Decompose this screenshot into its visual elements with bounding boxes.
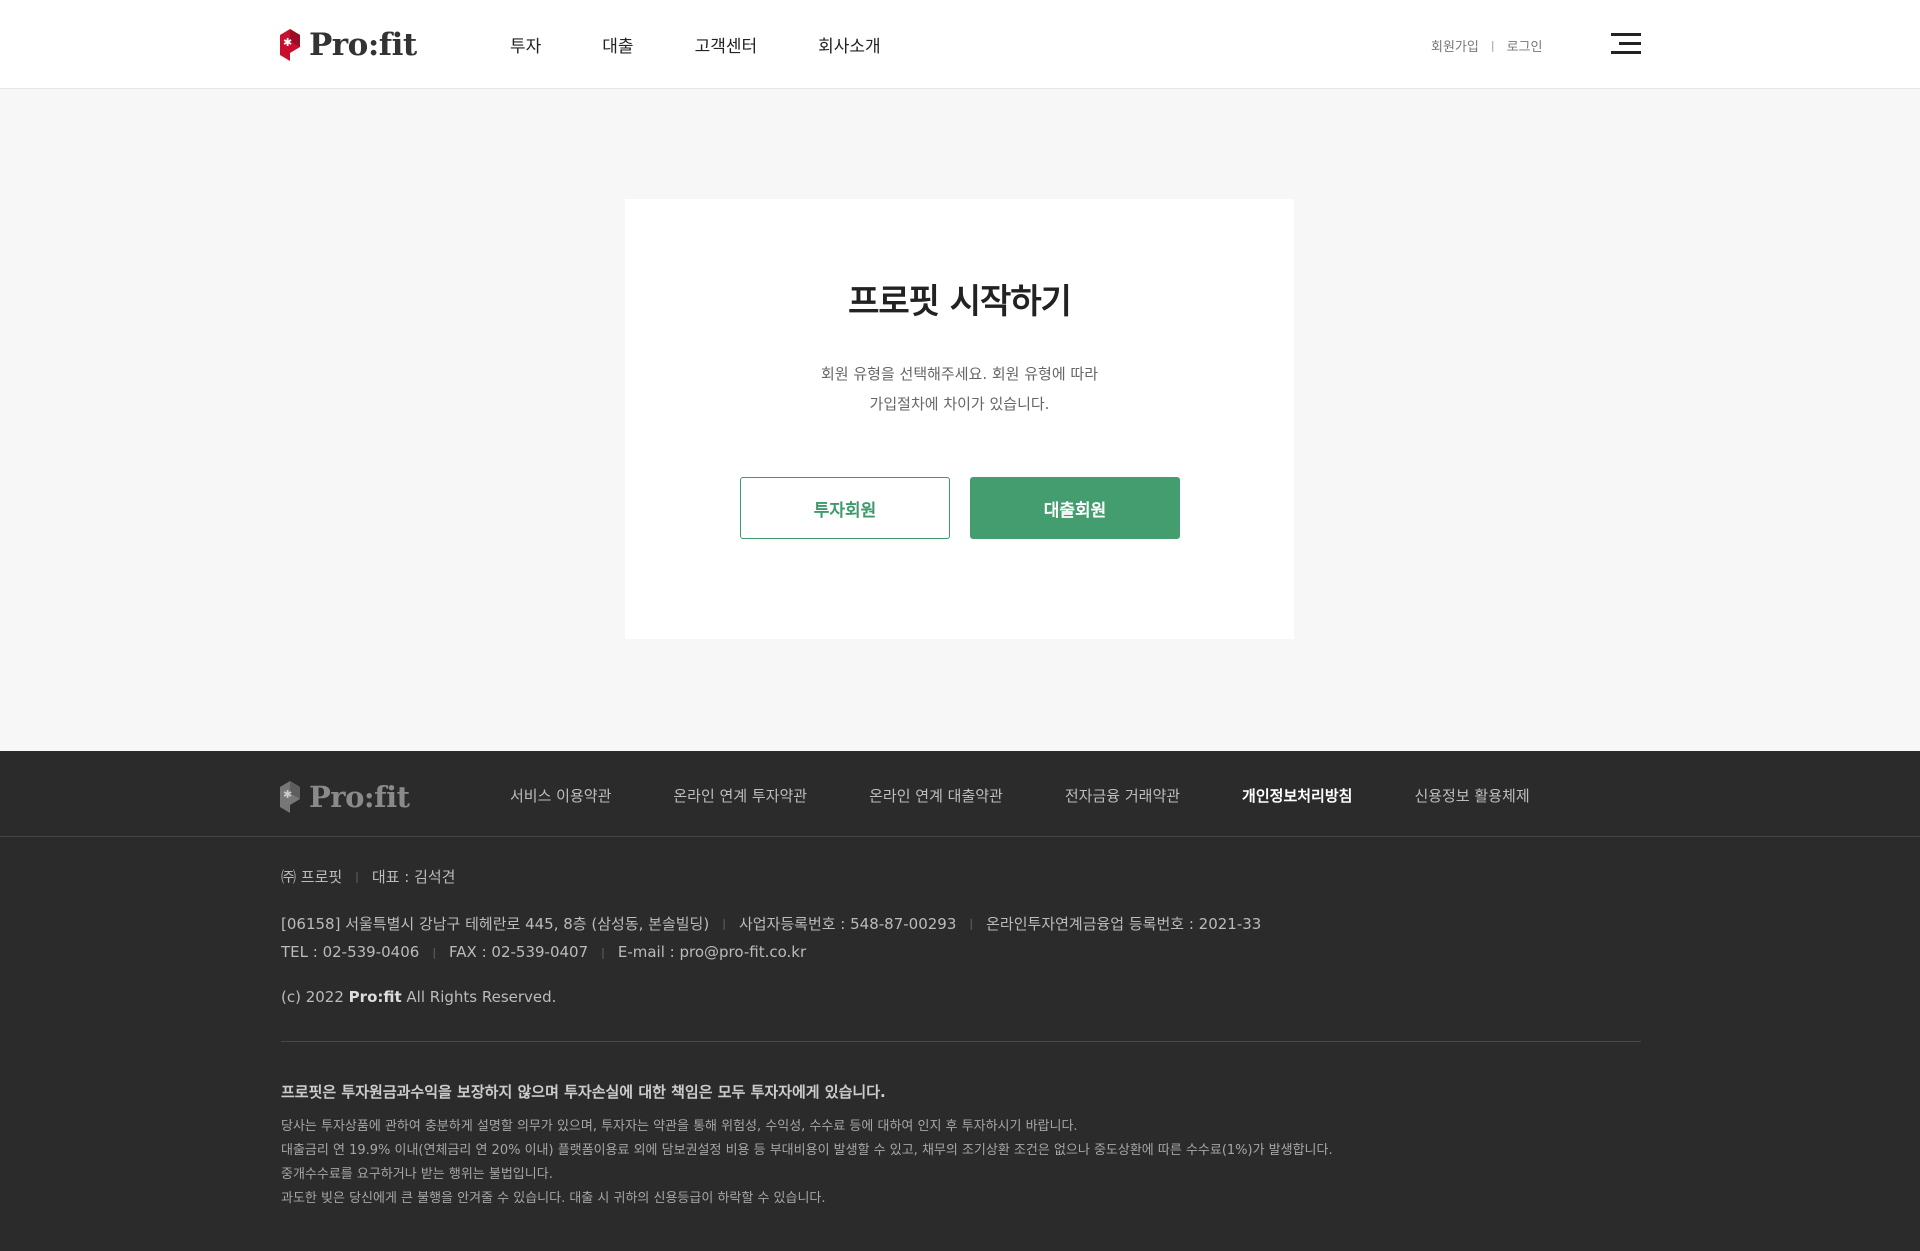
company-info-row: ㈜ 프로핏 | 대표 : 김석견 [281, 866, 455, 887]
footer-divider [281, 1041, 1641, 1042]
fax-number: FAX : 02-539-0407 [449, 943, 589, 961]
footer-logo-text: Pro:fit [309, 780, 410, 814]
page-title: 프로핏 시작하기 [848, 282, 1072, 322]
footer-top-bar: ✱ Pro:fit 서비스 이용약관 온라인 연계 투자약관 온라인 연계 대출… [0, 751, 1920, 837]
company-name: ㈜ 프로핏 [281, 868, 343, 886]
login-link[interactable]: 로그인 [1507, 36, 1543, 55]
legal-note-2: 대출금리 연 19.9% 이내(연체금리 연 20% 이내) 플랫폼이용료 외에… [281, 1143, 1333, 1158]
company-address: [06158] 서울특별시 강남구 테헤란로 445, 8층 (삼성동, 본솔빌… [281, 915, 710, 933]
nav-item-company[interactable]: 회사소개 [818, 32, 881, 57]
main-nav: 투자 대출 고객센터 회사소개 [510, 32, 942, 57]
info-separator: | [722, 917, 726, 930]
nav-item-loan[interactable]: 대출 [602, 32, 633, 57]
copyright-brand: Pro:fit [348, 988, 402, 1006]
description-line-2: 가입절차에 차이가 있습니다. [869, 395, 1050, 413]
footer-link-invest-terms[interactable]: 온라인 연계 투자약관 [673, 785, 807, 806]
copyright-prefix: (c) 2022 [281, 988, 349, 1006]
signup-link[interactable]: 회원가입 [1431, 36, 1479, 55]
footer-nav: 서비스 이용약관 온라인 연계 투자약관 온라인 연계 대출약관 전자금융 거래… [510, 785, 1592, 806]
util-separator: | [1490, 39, 1495, 52]
info-separator: | [601, 945, 605, 959]
description-line-1: 회원 유형을 선택해주세요. 회원 유형에 따라 [820, 365, 1098, 383]
footer-link-efinance-terms[interactable]: 전자금융 거래약관 [1065, 785, 1180, 806]
svg-text:✱: ✱ [283, 36, 292, 49]
footer-logo-icon: ✱ [280, 781, 300, 813]
footer-link-loan-terms[interactable]: 온라인 연계 대출약관 [869, 785, 1003, 806]
util-links: 회원가입 | 로그인 [1431, 36, 1542, 55]
info-separator: | [969, 917, 974, 930]
footer-link-credit-info[interactable]: 신용정보 활용체제 [1414, 785, 1529, 806]
nav-item-invest[interactable]: 투자 [510, 32, 541, 57]
p2p-registration: 온라인투자연계금융업 등록번호 : 2021-33 [986, 915, 1262, 933]
signup-type-card: 프로핏 시작하기 회원 유형을 선택해주세요. 회원 유형에 따라 가입절차에 … [625, 199, 1294, 639]
site-footer: ✱ Pro:fit 서비스 이용약관 온라인 연계 투자약관 온라인 연계 대출… [0, 751, 1920, 1251]
ceo-name: 대표 : 김석견 [371, 868, 456, 886]
info-separator: | [355, 870, 359, 883]
investment-warning: 프로핏은 투자원금과수익을 보장하지 않으며 투자손실에 대한 책임은 모두 투… [281, 1083, 886, 1101]
address-row: [06158] 서울특별시 강남구 테헤란로 445, 8층 (삼성동, 본솔빌… [281, 913, 1261, 934]
legal-note-1: 당사는 투자상품에 관하여 충분하게 설명할 의무가 있으며, 투자자는 약관을… [281, 1119, 1078, 1134]
profit-logo[interactable]: ✱ Pro:fit [280, 27, 417, 63]
email-address: E-mail : pro@pro-fit.co.kr [617, 943, 807, 961]
hamburger-menu-icon[interactable] [1611, 33, 1641, 55]
footer-link-service-terms[interactable]: 서비스 이용약관 [510, 785, 611, 806]
copyright: (c) 2022 Pro:fit All Rights Reserved. [281, 988, 556, 1006]
logo-text: Pro:fit [309, 27, 417, 63]
contact-row: TEL : 02-539-0406 | FAX : 02-539-0407 | … [281, 943, 806, 961]
nav-item-customer-center[interactable]: 고객센터 [695, 32, 758, 57]
footer-link-privacy-policy[interactable]: 개인정보처리방침 [1242, 785, 1352, 806]
copyright-suffix: All Rights Reserved. [401, 988, 557, 1006]
invest-member-button[interactable]: 투자회원 [740, 477, 950, 539]
info-separator: | [432, 945, 437, 959]
svg-text:✱: ✱ [283, 788, 292, 801]
legal-note-3: 중개수수료를 요구하거나 받는 행위는 불법입니다. [281, 1167, 553, 1182]
footer-logo[interactable]: ✱ Pro:fit [280, 780, 410, 814]
legal-notes: 당사는 투자상품에 관하여 충분하게 설명할 의무가 있으며, 투자자는 약관을… [281, 1115, 1333, 1211]
phone-number: TEL : 02-539-0406 [281, 943, 420, 961]
page-description: 회원 유형을 선택해주세요. 회원 유형에 따라 가입절차에 차이가 있습니다. [625, 359, 1294, 419]
site-header: ✱ Pro:fit 투자 대출 고객센터 회사소개 회원가입 | 로그인 [0, 0, 1920, 89]
legal-note-4: 과도한 빚은 당신에게 큰 불행을 안겨줄 수 있습니다. 대출 시 귀하의 신… [281, 1191, 826, 1206]
loan-member-button[interactable]: 대출회원 [970, 477, 1180, 539]
profit-logo-icon: ✱ [280, 29, 300, 61]
business-registration: 사업자등록번호 : 548-87-00293 [738, 915, 957, 933]
